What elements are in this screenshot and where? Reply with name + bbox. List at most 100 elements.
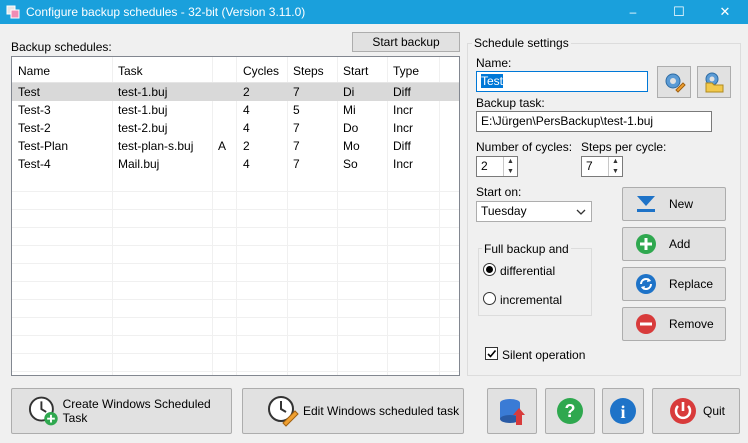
cell-type: Incr [393, 157, 414, 171]
cell-task: Mail.buj [118, 157, 160, 171]
column-header-name[interactable]: Name [18, 64, 50, 78]
steps-stepper[interactable]: 7 ▲ ▼ [581, 156, 623, 177]
column-header-start[interactable]: Start [343, 64, 368, 78]
cell-steps: 7 [293, 85, 300, 99]
table-row[interactable]: Test-4 Mail.buj 4 7 So Incr [12, 155, 459, 173]
column-header-type[interactable]: Type [393, 64, 419, 78]
cell-start: Mo [343, 139, 360, 153]
silent-operation-checkbox[interactable] [485, 347, 498, 360]
new-arrow-icon [637, 196, 655, 212]
new-button[interactable]: New [622, 187, 726, 221]
cell-cycles: 4 [243, 103, 250, 117]
help-icon: ? [557, 398, 583, 424]
edit-scheduled-task-button[interactable]: Edit Windows scheduled task [242, 388, 464, 434]
remove-button[interactable]: Remove [622, 307, 726, 341]
cell-task: test-1.buj [118, 85, 168, 99]
spin-arrows-icon[interactable]: ▲ ▼ [608, 157, 622, 176]
cell-cycles: 4 [243, 157, 250, 171]
cell-cycles: 4 [243, 121, 250, 135]
cell-start: Di [343, 85, 355, 99]
cell-type: Incr [393, 121, 414, 135]
cell-name: Test [18, 85, 41, 99]
replace-button[interactable]: Replace [622, 267, 726, 301]
silent-operation-label[interactable]: Silent operation [502, 348, 585, 362]
remove-icon [636, 314, 656, 334]
schedule-settings-label: Schedule settings [472, 36, 571, 50]
quit-button[interactable]: Quit [652, 388, 740, 434]
help-button[interactable]: ? [545, 388, 595, 434]
checkmark-icon [487, 349, 497, 358]
cell-flag: A [218, 139, 227, 153]
cell-name: Test-3 [18, 103, 51, 117]
close-button[interactable]: ✕ [702, 0, 748, 24]
cell-start: So [343, 157, 358, 171]
database-upload-icon [500, 399, 525, 425]
clock-edit-icon [268, 396, 299, 427]
info-button[interactable]: i [602, 388, 644, 434]
add-icon [636, 234, 656, 254]
cell-steps: 7 [293, 121, 300, 135]
schedules-label: Backup schedules: [11, 40, 112, 54]
cell-task: test-1.buj [118, 103, 168, 117]
column-header-task[interactable]: Task [118, 64, 143, 78]
schedules-list[interactable]: Name Task Cycles Steps Start Type Test t… [11, 56, 460, 376]
incremental-radio[interactable] [483, 292, 496, 305]
table-row[interactable]: Test-3 test-1.buj 4 5 Mi Incr [12, 101, 459, 119]
add-button[interactable]: Add [622, 227, 726, 261]
svg-text:?: ? [565, 401, 576, 421]
gear-pencil-icon [665, 73, 686, 93]
cell-steps: 5 [293, 103, 300, 117]
cell-task: test-2.buj [118, 121, 168, 135]
cell-task: test-plan-s.buj [118, 139, 194, 153]
list-header: Name Task Cycles Steps Start Type [12, 57, 459, 83]
cell-cycles: 2 [243, 85, 250, 99]
cycles-label: Number of cycles: [476, 140, 573, 154]
minimize-button[interactable]: – [610, 0, 656, 24]
backup-database-button[interactable] [487, 388, 537, 434]
window-title: Configure backup schedules - 32-bit (Ver… [26, 5, 306, 19]
steps-label: Steps per cycle: [581, 140, 667, 154]
cell-name: Test-4 [18, 157, 51, 171]
backup-task-label: Backup task: [476, 96, 545, 110]
differential-label[interactable]: differential [500, 264, 555, 278]
table-row[interactable]: Test-Plan test-plan-s.buj A 2 7 Mo Diff [12, 137, 459, 155]
incremental-label[interactable]: incremental [500, 293, 562, 307]
cell-name: Test-Plan [18, 139, 69, 153]
cell-cycles: 2 [243, 139, 250, 153]
differential-radio[interactable] [483, 263, 496, 276]
cell-steps: 7 [293, 157, 300, 171]
cell-name: Test-2 [18, 121, 51, 135]
table-row[interactable]: Test-2 test-2.buj 4 7 Do Incr [12, 119, 459, 137]
cell-type: Incr [393, 103, 414, 117]
name-input[interactable]: Test [476, 71, 648, 92]
spin-arrows-icon[interactable]: ▲ ▼ [503, 157, 517, 176]
name-label: Name: [476, 56, 512, 70]
chevron-down-icon [576, 209, 586, 215]
cycles-stepper[interactable]: 2 ▲ ▼ [476, 156, 518, 177]
cell-start: Mi [343, 103, 356, 117]
start-backup-button[interactable]: Start backup [352, 32, 460, 52]
column-header-cycles[interactable]: Cycles [243, 64, 279, 78]
cell-start: Do [343, 121, 359, 135]
app-icon [6, 5, 20, 19]
start-on-select[interactable]: Tuesday [476, 201, 592, 222]
create-scheduled-task-button[interactable]: Create Windows Scheduled Task [11, 388, 232, 434]
gear-folder-icon [705, 72, 724, 93]
title-bar: Configure backup schedules - 32-bit (Ver… [0, 0, 748, 24]
edit-settings-button[interactable] [657, 66, 691, 98]
maximize-button[interactable]: ☐ [656, 0, 702, 24]
full-backup-label: Full backup and [482, 242, 571, 256]
power-icon [670, 398, 696, 424]
cell-steps: 7 [293, 139, 300, 153]
start-on-label: Start on: [476, 185, 522, 199]
svg-text:i: i [620, 402, 625, 422]
open-settings-button[interactable] [697, 66, 731, 98]
table-row[interactable]: Test test-1.buj 2 7 Di Diff [12, 83, 459, 101]
backup-task-input[interactable]: E:\Jürgen\PersBackup\test-1.buj [476, 111, 712, 132]
column-header-steps[interactable]: Steps [293, 64, 324, 78]
cell-type: Diff [393, 139, 411, 153]
cell-type: Diff [393, 85, 411, 99]
refresh-icon [636, 274, 656, 294]
info-icon: i [610, 398, 636, 424]
clock-add-icon [28, 396, 58, 426]
